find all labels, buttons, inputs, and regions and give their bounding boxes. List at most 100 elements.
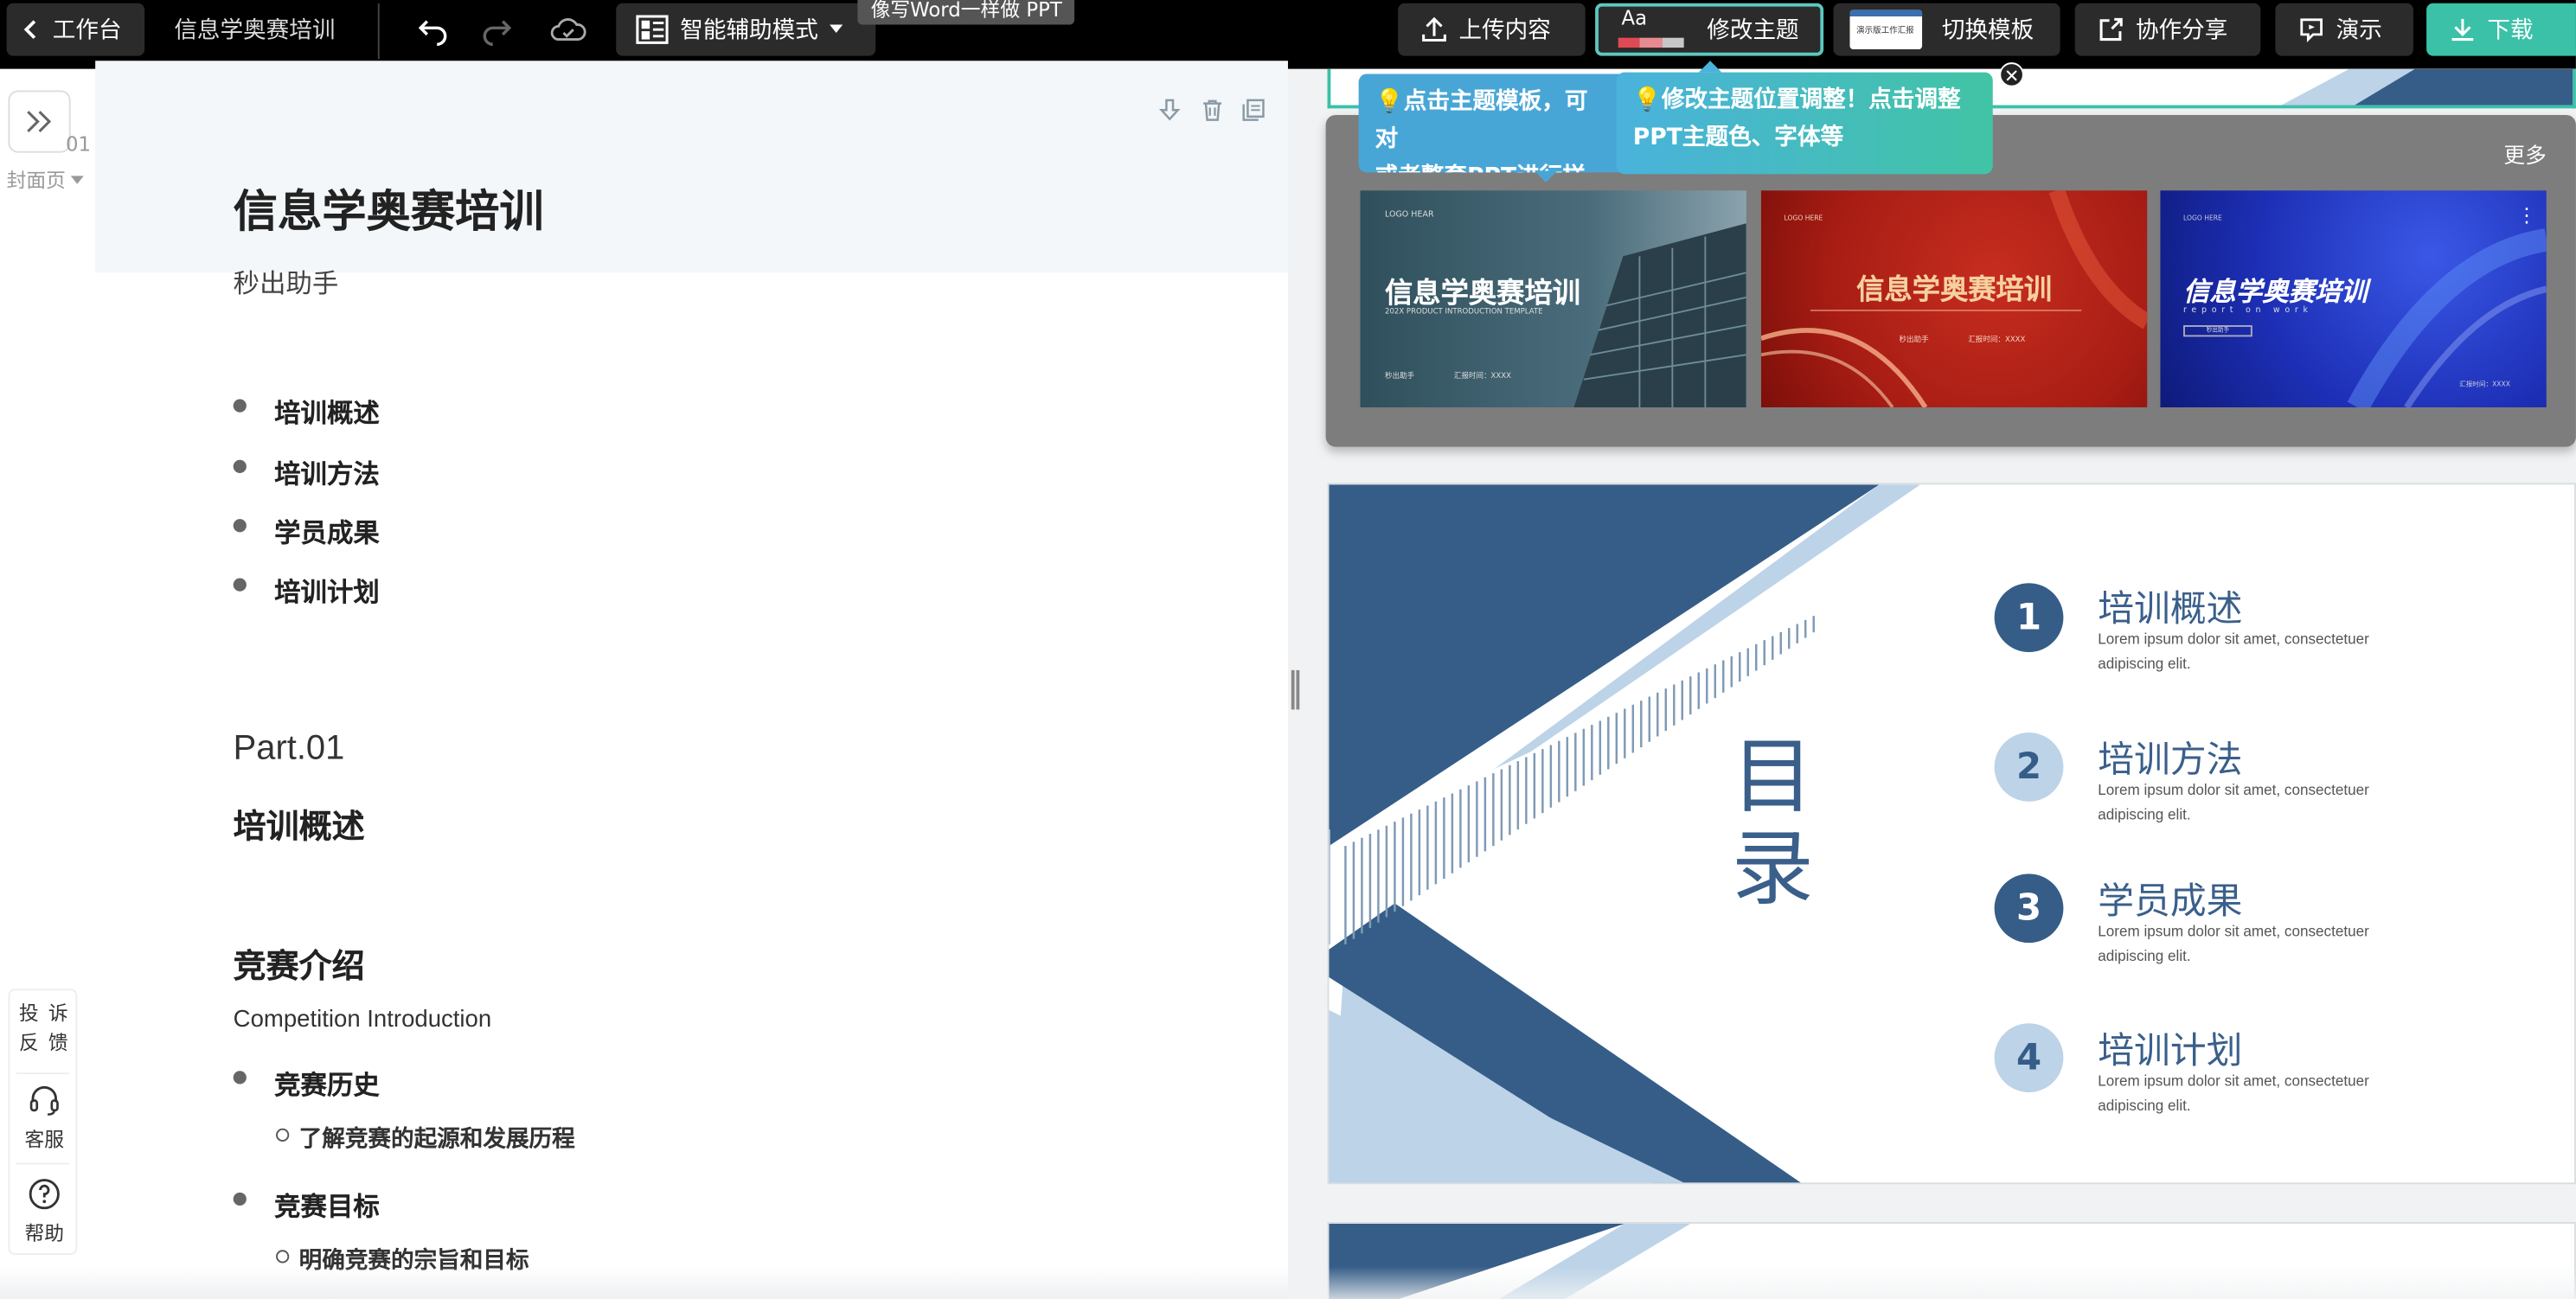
bottom-fade	[1327, 1266, 2576, 1299]
page-type-dropdown[interactable]: 封面页	[7, 166, 84, 194]
thumb-meta: 秒出助手	[1385, 373, 1415, 381]
upload-content-button[interactable]: 上传内容	[1398, 3, 1586, 56]
cover-page-block[interactable]	[95, 61, 1288, 273]
sub-bullet-circle	[276, 1250, 290, 1264]
help-icon[interactable]	[28, 1178, 61, 1211]
page-number: 01	[65, 132, 91, 157]
toc-title: 培训计划	[2098, 1031, 2243, 1073]
toc-description: Lorem ipsum dolor sit amet, consectetuer…	[2098, 1072, 2369, 1114]
toc-title: 学员成果	[2098, 881, 2243, 924]
list-item[interactable]: 竞赛历史	[274, 1063, 380, 1103]
theme-swatch-icon: Aa	[1618, 7, 1684, 48]
delete-icon[interactable]	[1201, 99, 1224, 122]
divider	[377, 3, 380, 60]
toc-slide-preview[interactable]: 目录 1 培训概述 Lorem ipsum dolor sit amet, co…	[1327, 483, 2576, 1185]
thumb-meta: 汇报时间：XXXX	[1968, 336, 2026, 345]
bullet-dot	[233, 1071, 247, 1085]
template-thumbnail-icon: 演示版工作汇报	[1849, 10, 1923, 49]
thumb-meta: 汇报时间：XXXX	[1453, 373, 1511, 381]
modify-theme-button[interactable]: Aa 修改主题	[1595, 3, 1824, 56]
toc-title: 培训方法	[2098, 740, 2243, 783]
thumb-logo: LOGO HEAR	[1385, 210, 1434, 221]
list-item[interactable]: 竞赛目标	[274, 1184, 380, 1224]
download-label: 下载	[2487, 17, 2534, 45]
theme-thumbnail-3[interactable]: LOGO HERE ⋮ 信息学奥赛培训 report on work 秒出助手 …	[2160, 190, 2547, 408]
panel-splitter[interactable]	[1287, 68, 1328, 1299]
tooltip-arrow	[1534, 170, 1558, 182]
download-button[interactable]: 下载	[2426, 3, 2576, 56]
thumb-subtitle: 202X PRODUCT INTRODUCTION TEMPLATE	[1385, 309, 1543, 317]
cover-title[interactable]: 信息学奥赛培训	[234, 176, 544, 240]
switch-template-label: 切换模板	[1941, 17, 2035, 45]
document-title[interactable]: 信息学奥赛培训	[174, 0, 335, 59]
outline-item[interactable]: 培训方法	[274, 451, 380, 491]
section-title[interactable]: 竞赛介绍	[234, 939, 365, 987]
building-graphic	[1573, 223, 1746, 408]
toc-number: 3	[1994, 873, 2064, 944]
toc-description: Lorem ipsum dolor sit amet, consectetuer…	[2098, 630, 2369, 672]
sub-bullet-circle	[276, 1128, 290, 1142]
template-tooltip: 💡点击主题模板，可对 或者整套PPT进行样式	[1358, 74, 1622, 173]
part-label[interactable]: Part.01	[234, 729, 345, 769]
present-icon	[2300, 18, 2323, 43]
upload-label: 上传内容	[1458, 17, 1551, 45]
move-down-icon[interactable]	[1158, 99, 1182, 122]
toc-number: 4	[1994, 1023, 2064, 1092]
present-label: 演示	[2336, 17, 2382, 45]
present-button[interactable]: 演示	[2275, 3, 2413, 56]
theme-thumbnail-1[interactable]: LOGO HEAR 信息学奥赛培训 202X PRODUCT INTRODUCT…	[1360, 190, 1746, 408]
outline-item[interactable]: 培训概述	[274, 391, 380, 431]
thumb-title: 信息学奥赛培训	[2183, 276, 2368, 308]
redo-icon[interactable]	[480, 13, 513, 46]
divider	[16, 1072, 69, 1075]
bullet-dot	[233, 459, 247, 473]
cover-subtitle[interactable]: 秒出助手	[234, 261, 339, 301]
thumb-title: 信息学奥赛培训	[1385, 277, 1581, 310]
bullet-dot	[233, 399, 247, 413]
divider	[16, 1162, 69, 1165]
share-label: 协作分享	[2135, 17, 2228, 45]
bottom-fade	[0, 1266, 1288, 1299]
cloud-sync-icon[interactable]	[548, 13, 588, 46]
toc-description: Lorem ipsum dolor sit amet, consectetuer…	[2098, 923, 2369, 964]
toc-number: 1	[1994, 583, 2064, 652]
collaborate-share-button[interactable]: 协作分享	[2074, 3, 2261, 56]
sub-list-item[interactable]: 了解竞赛的起源和发展历程	[299, 1122, 575, 1155]
thumb-meta: 秒出助手	[1899, 336, 1929, 345]
thumb-title: 信息学奥赛培训	[1856, 274, 2053, 308]
layout-icon	[636, 15, 669, 44]
duplicate-icon[interactable]	[1242, 99, 1266, 122]
switch-template-button[interactable]: 演示版工作汇报 切换模板	[1833, 3, 2060, 56]
theme-thumbnail-2[interactable]: LOGO HERE 信息学奥赛培训 秒出助手 汇报时间：XXXX	[1760, 190, 2148, 408]
section-subtitle[interactable]: Competition Introduction	[234, 1007, 492, 1033]
thumb-subtitle: report on work	[2183, 305, 2313, 316]
double-chevron-right-icon	[27, 111, 52, 133]
thumb-logo: LOGO HERE	[1784, 213, 1823, 222]
headset-icon[interactable]	[28, 1084, 61, 1117]
thumb-meta: 汇报时间：XXXX	[2459, 379, 2510, 388]
theme-label: 修改主题	[1707, 17, 1799, 45]
outline-item[interactable]: 培训计划	[274, 570, 380, 610]
caret-down-icon	[830, 24, 843, 33]
undo-icon[interactable]	[417, 13, 450, 46]
customer-service-label[interactable]: 客服	[10, 1125, 79, 1153]
feedback-button[interactable]: 投 诉 反 馈	[10, 999, 79, 1058]
theme-tooltip: 💡修改主题位置调整！点击调整 PPT主题色、字体等	[1616, 72, 1993, 175]
side-tools: 投 诉 反 馈 客服 帮助	[8, 989, 79, 1255]
bullet-dot	[233, 519, 247, 533]
part-title[interactable]: 培训概述	[234, 800, 365, 848]
thumb-meta: 秒出助手	[2206, 326, 2230, 334]
thumb-menu-icon[interactable]: ⋮	[2517, 205, 2537, 225]
chevron-left-icon	[23, 20, 36, 40]
mode-label: 智能辅助模式	[680, 17, 818, 45]
back-to-workspace-button[interactable]: 工作台	[6, 3, 145, 56]
help-label[interactable]: 帮助	[10, 1219, 79, 1246]
download-icon	[2451, 18, 2474, 42]
expand-sidebar-button[interactable]	[8, 90, 71, 153]
toc-title: 培训概述	[2098, 589, 2243, 631]
close-tooltip-icon[interactable]: ✕	[1999, 62, 2024, 87]
outline-item[interactable]: 学员成果	[274, 511, 380, 551]
more-themes-link[interactable]: 更多	[2503, 138, 2546, 169]
smart-assist-mode-dropdown[interactable]: 智能辅助模式	[616, 3, 876, 56]
upload-icon	[1422, 16, 1446, 42]
